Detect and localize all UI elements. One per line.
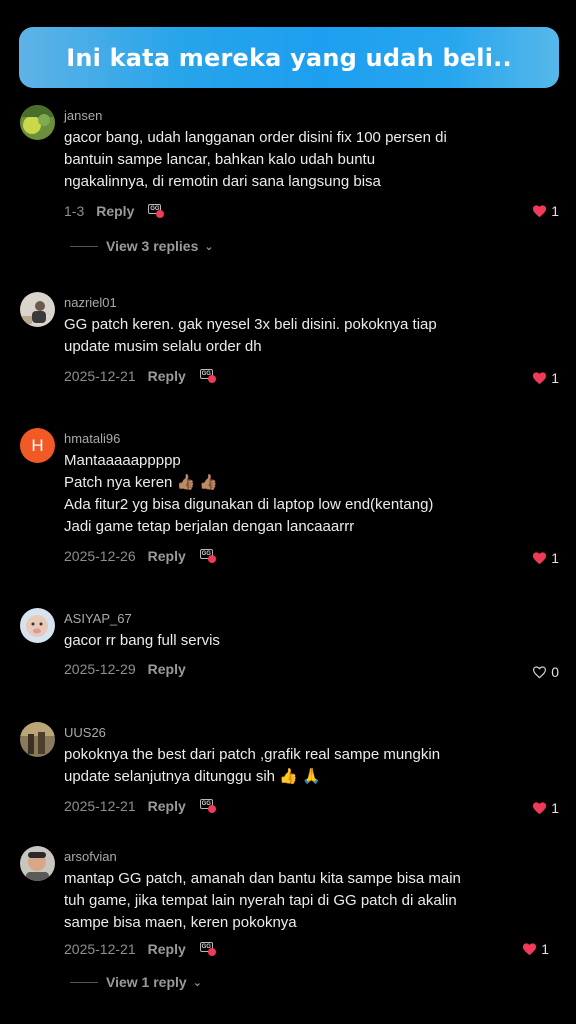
comment-meta: 2025-12-21 Reply GG (64, 366, 216, 386)
comment-line: Patch nya keren 👍🏽 👍🏽 (64, 474, 219, 491)
comment-text: mantap GG patch, amanah dan bantu kita s… (64, 868, 534, 934)
reply-button[interactable]: Reply (148, 548, 186, 564)
like-count: 0 (551, 664, 559, 680)
gg-creator-badge-icon: GG (148, 204, 165, 218)
avatar[interactable] (20, 608, 55, 643)
avatar[interactable] (20, 846, 55, 881)
comment-meta: 1-3 Reply GG (64, 201, 165, 221)
heart-outline-icon (533, 666, 547, 679)
username[interactable]: UUS26 (64, 725, 106, 740)
comment-line: mantap GG patch, amanah dan bantu kita s… (64, 870, 461, 887)
comment-text: pokoknya the best dari patch ,grafik rea… (64, 744, 534, 788)
reply-button[interactable]: Reply (148, 368, 186, 384)
comment-line: pokoknya the best dari patch ,grafik rea… (64, 746, 441, 763)
reply-button[interactable]: Reply (148, 798, 186, 814)
comment-line: update selanjutnya ditunggu sih 👍 🙏 (64, 768, 321, 785)
comment-date: 2025-12-29 (64, 661, 136, 677)
heart-icon (533, 802, 547, 815)
heart-icon (533, 372, 547, 385)
comment-line: sampe bisa maen, keren pokoknya (64, 914, 297, 931)
view-replies-label: View 3 replies (106, 238, 199, 254)
like-count: 1 (551, 370, 559, 386)
like-button[interactable]: 1 (532, 550, 559, 566)
comment-line: update musim selalu order dh (64, 338, 262, 355)
avatar[interactable]: H (20, 428, 55, 463)
username[interactable]: arsofvian (64, 849, 117, 864)
comment-line: gacor rr bang full servis (64, 632, 220, 649)
comment-line: gacor bang, udah langganan order disini … (64, 129, 447, 146)
like-button[interactable]: 1 (532, 370, 559, 386)
gg-creator-badge-icon: GG (199, 549, 216, 563)
avatar[interactable] (20, 105, 55, 140)
username[interactable]: jansen (64, 108, 102, 123)
comment-line: Ada fitur2 yg bisa digunakan di laptop l… (64, 496, 434, 513)
like-count: 1 (541, 941, 549, 957)
comment-line: Jadi game tetap berjalan dengan lancaaar… (64, 518, 355, 535)
reply-button[interactable]: Reply (148, 941, 186, 957)
banner-title: Ini kata mereka yang udah beli.. (66, 43, 512, 72)
comment-date: 2025-12-21 (64, 368, 136, 384)
heart-icon (533, 552, 547, 565)
username[interactable]: nazriel01 (64, 295, 117, 310)
chevron-down-icon: ⌄ (192, 976, 202, 989)
comment-line: tuh game, jika tempat lain nyerah tapi d… (64, 892, 457, 909)
comment-text: gacor bang, udah langganan order disini … (64, 127, 534, 193)
chevron-down-icon: ⌄ (204, 240, 214, 253)
gg-creator-badge-icon: GG (199, 942, 216, 956)
avatar-letter: H (31, 435, 44, 455)
like-count: 1 (551, 550, 559, 566)
like-button[interactable]: 1 (532, 800, 559, 816)
comment-date: 2025-12-21 (64, 941, 136, 957)
comment-meta: 2025-12-21 Reply GG (64, 939, 216, 959)
like-button[interactable]: 1 (522, 941, 549, 957)
comment-line: bantuin sampe lancar, bahkan kalo udah b… (64, 151, 376, 168)
comment-meta: 2025-12-29 Reply (64, 659, 200, 679)
comment-line: GG patch keren. gak nyesel 3x beli disin… (64, 316, 437, 333)
header-banner: Ini kata mereka yang udah beli.. (19, 27, 559, 88)
like-count: 1 (551, 203, 559, 219)
gg-creator-badge-icon: GG (199, 369, 216, 383)
comment-date: 2025-12-26 (64, 548, 136, 564)
heart-icon (523, 943, 537, 956)
comment-line: ngakalinnya, di remotin dari sana langsu… (64, 173, 381, 190)
username[interactable]: hmatali96 (64, 431, 120, 446)
reply-button[interactable]: Reply (96, 203, 134, 219)
comment-text: Mantaaaaappppp Patch nya keren 👍🏽 👍🏽 Ada… (64, 450, 534, 538)
like-button[interactable]: 1 (532, 203, 559, 219)
view-replies-button[interactable]: View 1 reply ⌄ (70, 974, 202, 990)
comment-text: GG patch keren. gak nyesel 3x beli disin… (64, 314, 534, 358)
reply-button[interactable]: Reply (148, 661, 186, 677)
avatar[interactable] (20, 722, 55, 757)
username[interactable]: ASIYAP_67 (64, 611, 132, 626)
view-replies-label: View 1 reply (106, 974, 187, 990)
comment-meta: 2025-12-21 Reply GG (64, 796, 216, 816)
like-button[interactable]: 0 (532, 664, 559, 680)
avatar[interactable] (20, 292, 55, 327)
comment-meta: 2025-12-26 Reply GG (64, 546, 216, 566)
heart-icon (533, 205, 547, 218)
comment-line: Mantaaaaappppp (64, 452, 181, 469)
view-replies-button[interactable]: View 3 replies ⌄ (70, 238, 214, 254)
comment-date: 2025-12-21 (64, 798, 136, 814)
like-count: 1 (551, 800, 559, 816)
gg-creator-badge-icon: GG (199, 799, 216, 813)
comment-text: gacor rr bang full servis (64, 630, 534, 652)
comment-date: 1-3 (64, 203, 85, 219)
